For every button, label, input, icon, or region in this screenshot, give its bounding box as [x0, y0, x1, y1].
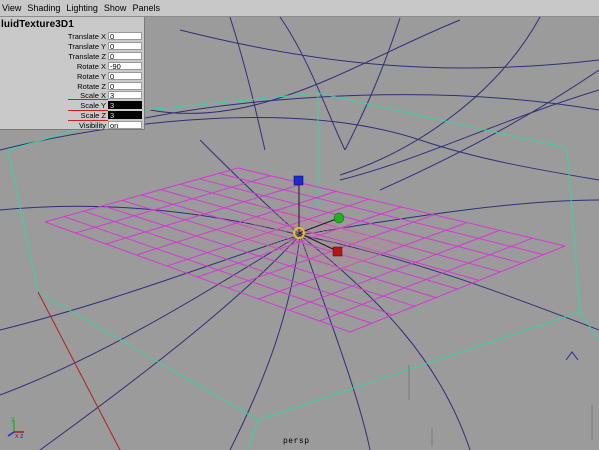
channel-value-field[interactable]: 0 — [108, 32, 142, 41]
node-name: luidTexture3D1 — [1, 19, 74, 30]
inner-grid-line — [238, 214, 303, 236]
channel-label: Rotate Y — [76, 72, 106, 81]
manip-handle-x-icon[interactable] — [332, 246, 343, 257]
channel-label: Rotate Z — [77, 82, 106, 91]
surface-curve — [144, 94, 599, 119]
manip-handle-y-icon[interactable] — [293, 175, 304, 186]
channel-label: Translate Z — [68, 52, 106, 61]
3d-viewport[interactable]: y x z View Shading Lighting Show Panels … — [0, 0, 599, 450]
channel-row-translate-x[interactable]: Translate X 0 — [0, 32, 144, 41]
bbox-edge — [144, 92, 319, 111]
axis-label-y: y — [11, 416, 15, 423]
surface-curve — [279, 16, 346, 151]
channel-row-scale-z[interactable]: Scale Z 3 — [0, 111, 144, 120]
channel-value-field[interactable]: -90 — [108, 62, 142, 71]
surface-curve — [229, 16, 266, 151]
menu-view[interactable]: View — [0, 3, 24, 13]
surface-curve — [339, 89, 599, 181]
channel-row-scale-y[interactable]: Scale Y 3 — [0, 101, 144, 110]
channel-value-field[interactable]: 0 — [108, 42, 142, 51]
surface-curve — [299, 234, 371, 450]
channel-label: Scale Y — [80, 101, 106, 110]
channel-box: luidTexture3D1 Translate X 0 Translate Y… — [0, 17, 145, 130]
fluid-grid-line — [349, 245, 566, 333]
menu-show[interactable]: Show — [101, 3, 130, 13]
channel-row-rotate-y[interactable]: Rotate Y 0 — [0, 72, 144, 81]
surface-curve — [339, 16, 541, 176]
menu-shading[interactable]: Shading — [24, 3, 63, 13]
channel-row-visibility[interactable]: Visibility on — [0, 121, 144, 130]
channel-label: Translate Y — [68, 42, 106, 51]
channel-label: Scale Z — [80, 111, 106, 120]
menu-panels[interactable]: Panels — [129, 3, 163, 13]
fluid-bounding-box — [7, 92, 599, 450]
menu-lighting[interactable]: Lighting — [63, 3, 101, 13]
fluid-grid-line — [136, 190, 337, 256]
surface-curve — [0, 234, 301, 396]
bbox-edge — [317, 92, 568, 149]
channel-value-field[interactable]: 0 — [108, 82, 142, 91]
light-icon[interactable] — [565, 351, 579, 361]
bbox-edge — [579, 311, 599, 341]
axis-label-x: x — [15, 433, 19, 440]
channel-value-field[interactable]: 3 — [108, 91, 142, 100]
viewport-menubar: View Shading Lighting Show Panels — [0, 0, 599, 17]
bbox-edge — [7, 149, 39, 293]
channel-row-rotate-x[interactable]: Rotate X -90 — [0, 62, 144, 71]
channel-value-field[interactable]: on — [108, 121, 142, 130]
surface-curve — [344, 17, 401, 151]
annotation-red-line — [68, 99, 108, 100]
channel-label: Rotate X — [76, 62, 106, 71]
channel-label: Visibility — [79, 121, 106, 130]
channel-row-translate-y[interactable]: Translate Y 0 — [0, 42, 144, 51]
channel-row-translate-z[interactable]: Translate Z 0 — [0, 52, 144, 61]
channel-value-field[interactable]: 0 — [108, 52, 142, 61]
channel-value-field[interactable]: 0 — [108, 72, 142, 81]
bbox-edge — [257, 311, 581, 421]
camera-label: persp — [283, 437, 310, 446]
bbox-edge — [566, 147, 581, 313]
axis-label-z: z — [20, 433, 24, 440]
bbox-edge — [247, 419, 259, 450]
channel-value-field[interactable]: 3 — [108, 101, 142, 110]
channel-label: Translate X — [67, 32, 106, 41]
channel-value-field[interactable]: 3 — [108, 111, 142, 120]
surface-curve — [379, 69, 599, 191]
manip-handle-z-icon[interactable] — [333, 212, 345, 224]
channel-row-rotate-z[interactable]: Rotate Z 0 — [0, 82, 144, 91]
